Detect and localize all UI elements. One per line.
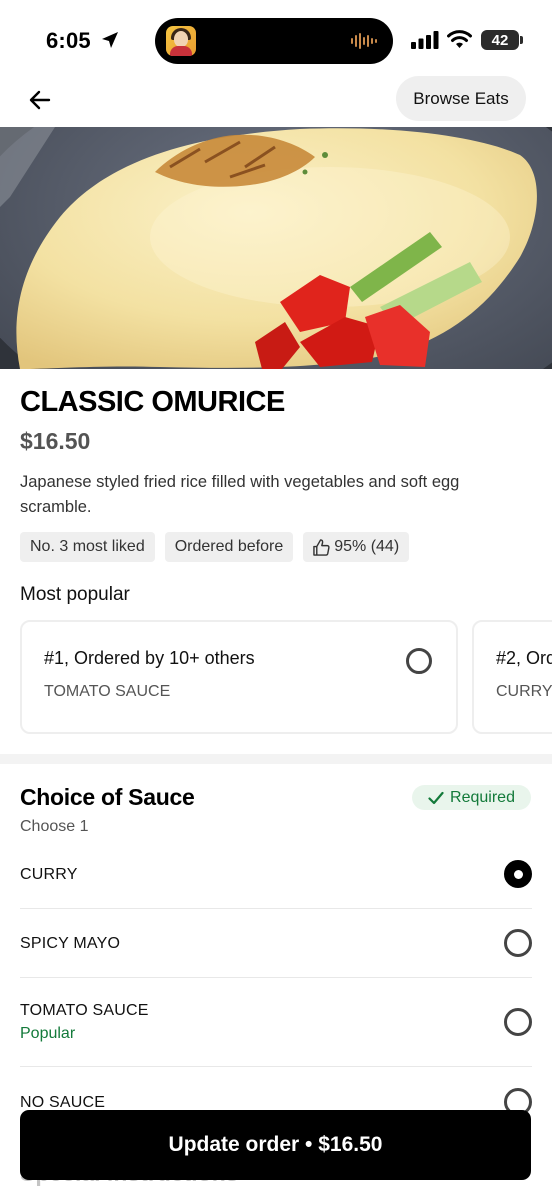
- sauce-option-tomato-sauce[interactable]: TOMATO SAUCE Popular: [20, 1002, 532, 1046]
- now-playing-app-icon: [166, 26, 196, 56]
- option-popular-tag: Popular: [20, 1025, 76, 1042]
- status-bar: 6:05 42: [0, 0, 552, 78]
- checkmark-icon: [428, 791, 444, 804]
- badge-label: Ordered before: [174, 538, 284, 555]
- sauce-option-spicy-mayo[interactable]: SPICY MAYO: [20, 929, 532, 959]
- popular-card-title: #2, Ordered by 10+ others: [496, 648, 552, 668]
- item-description: Japanese styled fried rice filled with v…: [20, 473, 460, 516]
- option-divider: [20, 908, 532, 909]
- cellular-signal-icon: [411, 31, 439, 49]
- badge-label: No. 3 most liked: [30, 538, 145, 555]
- section-divider: [0, 754, 552, 764]
- option-radio[interactable]: [504, 1008, 532, 1036]
- badge-ordered-before: Ordered before: [164, 532, 294, 562]
- wifi-icon: [447, 30, 472, 48]
- required-label: Required: [450, 788, 515, 806]
- dynamic-island[interactable]: [155, 18, 393, 64]
- option-label: CURRY: [20, 866, 78, 883]
- thumbs-up-icon: [313, 538, 330, 556]
- item-title: CLASSIC OMURICE: [20, 386, 285, 418]
- sauce-section-title: Choice of Sauce: [20, 784, 195, 810]
- battery-indicator: 42: [481, 30, 519, 50]
- option-radio[interactable]: [504, 929, 532, 957]
- option-label: SPICY MAYO: [20, 935, 121, 952]
- popular-card[interactable]: #2, Ordered by 10+ others CURRY: [472, 620, 552, 734]
- battery-cap: [520, 36, 523, 44]
- audio-waveform-icon: [351, 33, 377, 49]
- update-order-button[interactable]: Update order • $16.50: [20, 1110, 531, 1180]
- popular-card-subtitle: TOMATO SAUCE: [44, 683, 171, 700]
- popular-card[interactable]: #1, Ordered by 10+ others TOMATO SAUCE: [20, 620, 458, 734]
- back-button[interactable]: [20, 80, 60, 120]
- popular-card-title: #1, Ordered by 10+ others: [44, 648, 255, 668]
- option-radio-selected[interactable]: [504, 860, 532, 888]
- required-badge: Required: [412, 785, 531, 810]
- popular-card-radio[interactable]: [406, 648, 432, 674]
- option-divider: [20, 1066, 532, 1067]
- most-popular-carousel[interactable]: #1, Ordered by 10+ others TOMATO SAUCE #…: [20, 620, 552, 734]
- most-popular-heading: Most popular: [20, 584, 130, 605]
- option-divider: [20, 977, 532, 978]
- option-label: TOMATO SAUCE: [20, 1002, 149, 1019]
- item-price: $16.50: [20, 428, 91, 454]
- item-badges: No. 3 most liked Ordered before 95% (44): [20, 532, 410, 562]
- sauce-section-subtitle: Choose 1: [20, 818, 89, 835]
- popular-card-subtitle: CURRY: [496, 683, 552, 700]
- status-time: 6:05: [46, 28, 91, 53]
- browse-eats-button[interactable]: Browse Eats: [396, 76, 526, 121]
- badge-rating: 95% (44): [303, 532, 410, 562]
- item-hero-image: [0, 127, 552, 369]
- location-arrow-icon: [102, 32, 118, 48]
- arrow-left-icon: [29, 90, 51, 110]
- omurice-photo: [0, 127, 552, 369]
- sauce-option-curry[interactable]: CURRY: [20, 860, 532, 890]
- badge-most-liked: No. 3 most liked: [20, 532, 155, 562]
- badge-label: 95% (44): [334, 538, 400, 555]
